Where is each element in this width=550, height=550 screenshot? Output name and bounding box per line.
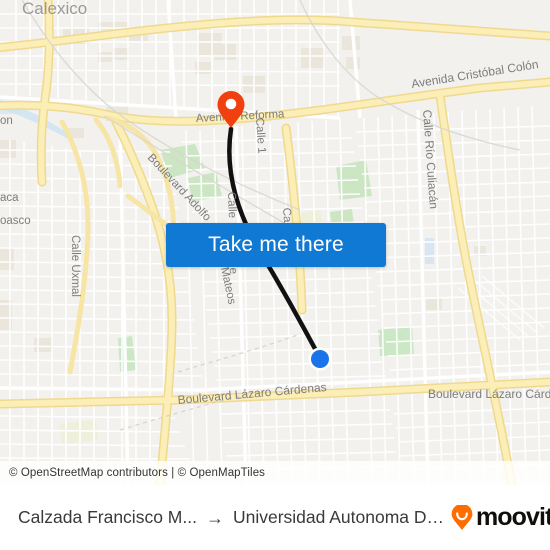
street-label: Boulevard Lázaro Cárden [428, 387, 550, 401]
origin-dot[interactable] [308, 347, 332, 371]
moovit-pin-icon [451, 504, 473, 530]
city-label: Calexico [22, 0, 87, 18]
take-me-there-button[interactable]: Take me there [166, 223, 386, 267]
trip-summary-bar: Calzada Francisco M... → Universidad Aut… [0, 485, 550, 550]
map-canvas[interactable]: on aca oasco Calle Uxmal Boulevard Adolfo Ave… [0, 0, 550, 485]
trip-origin-label[interactable]: Calzada Francisco M... [18, 507, 197, 528]
street-label: Ca [280, 207, 293, 223]
trip-destination-label[interactable]: Universidad Autonoma De ... [233, 507, 449, 528]
map-attribution: © OpenStreetMap contributors | © OpenMap… [0, 461, 550, 485]
street-label: Calle [225, 192, 238, 219]
moovit-map-screen: on aca oasco Calle Uxmal Boulevard Adolfo Ave… [0, 0, 550, 550]
street-label: Calle Uxmal [69, 235, 81, 297]
moovit-logo[interactable]: moovit [449, 503, 550, 531]
city-label-group: Calexico [22, 0, 87, 18]
street-label: aca [0, 192, 19, 204]
street-label: Calle 1 [253, 117, 267, 154]
moovit-wordmark: moovit [475, 503, 550, 531]
street-label: oasco [0, 215, 31, 227]
arrow-right-icon: → [205, 507, 224, 528]
street-label: on [0, 115, 13, 127]
